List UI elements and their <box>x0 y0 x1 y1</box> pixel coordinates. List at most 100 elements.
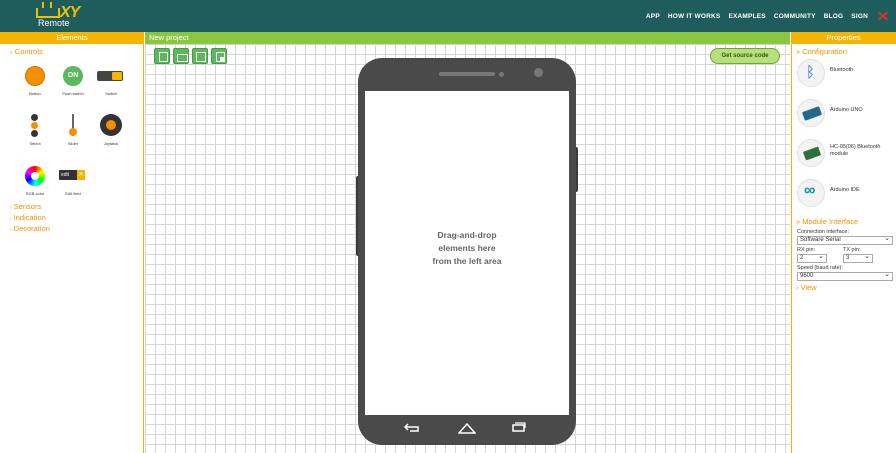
view-section-title: View <box>800 283 817 292</box>
sensors-section-title: Sensors <box>13 202 42 211</box>
control-label: Edit field <box>65 191 81 196</box>
expand-arrow-icon: » <box>796 47 801 56</box>
control-edit-field[interactable]: edit Edit field <box>56 164 90 198</box>
phone-speaker <box>439 72 495 76</box>
collapse-arrow-icon: › <box>10 216 12 222</box>
expand-arrow-icon: » <box>10 50 13 56</box>
project-title[interactable]: New project <box>145 32 790 44</box>
joystick-element-icon <box>100 114 122 136</box>
rx-pin-group: RX pin: 2 <box>797 247 827 263</box>
connection-interface-label: Connection interface: <box>797 229 849 235</box>
connection-interface-value: Software Serial <box>800 237 841 243</box>
dropzone-hint: Drag-and-drop elements here from the lef… <box>365 229 569 268</box>
nav-community[interactable]: COMMUNITY <box>774 13 816 20</box>
module-interface-section-title: Module Interface <box>802 217 859 226</box>
open-project-icon[interactable] <box>173 48 189 64</box>
nav-blog[interactable]: BLOG <box>824 13 844 20</box>
speed-select[interactable]: 9600 <box>797 271 893 281</box>
slider-element-icon <box>69 114 77 138</box>
sensors-section-toggle[interactable]: › Sensors <box>0 202 144 213</box>
get-source-code-button[interactable]: Get source code <box>710 48 780 64</box>
elements-panel: » Controls Button ON Push switch Switch S… <box>0 44 144 453</box>
logo-mark-icon <box>36 2 60 18</box>
decoration-section-toggle[interactable]: › Decoration <box>0 224 144 235</box>
home-icon <box>458 422 476 434</box>
config-bluetooth[interactable]: Bluetooth <box>792 57 896 97</box>
control-slider[interactable]: Slider <box>56 114 90 148</box>
project-toolbar <box>154 48 227 64</box>
phone-frame: Drag-and-drop elements here from the lef… <box>358 58 576 445</box>
config-arduino-uno[interactable]: Arduino UNO <box>792 97 896 137</box>
control-joystick[interactable]: Joystick <box>94 114 128 148</box>
speed-label: Speed (baud rate): <box>797 265 843 271</box>
collapsed-sections: › Sensors › Indication › Decoration <box>0 202 144 235</box>
hint-line: elements here <box>438 243 496 253</box>
config-label: HC-05(06) Bluetooth module <box>830 144 881 157</box>
control-switch[interactable]: Switch <box>94 64 128 98</box>
tx-pin-value: 3 <box>846 255 850 261</box>
controls-section-toggle[interactable]: » Controls <box>0 47 143 58</box>
top-navbar: XY Remote APP HOW IT WORKS EXAMPLES COMM… <box>0 0 896 32</box>
configuration-section-title: Configuration <box>802 47 847 56</box>
design-canvas[interactable]: Get source code Drag-and-drop elements h… <box>145 44 790 453</box>
arduino-ide-icon <box>797 179 825 207</box>
expand-arrow-icon: » <box>796 217 801 226</box>
config-label: Arduino UNO <box>830 107 863 113</box>
new-project-icon[interactable] <box>154 48 170 64</box>
select-element-icon <box>30 114 39 138</box>
collapse-arrow-icon: › <box>796 283 799 292</box>
properties-panel: » Configuration Bluetooth Arduino UNO HC… <box>791 44 896 453</box>
control-label: Joystick <box>103 141 119 146</box>
connection-interface-select[interactable]: Software Serial <box>797 235 893 245</box>
phone-camera <box>534 68 543 77</box>
speed-value: 9600 <box>800 273 814 279</box>
control-select[interactable]: Select <box>18 114 52 148</box>
top-nav: APP HOW IT WORKS EXAMPLES COMMUNITY BLOG… <box>646 0 890 32</box>
nav-how-it-works[interactable]: HOW IT WORKS <box>668 13 721 20</box>
hint-line: from the left area <box>432 256 502 266</box>
tx-pin-group: TX pin: 3 <box>843 247 873 263</box>
collapse-arrow-icon: › <box>10 227 12 233</box>
module-interface-form: Connection interface: Software Serial RX… <box>792 227 896 283</box>
pins-row: RX pin: 2 TX pin: 3 <box>797 247 891 263</box>
arduino-board-icon <box>797 99 825 127</box>
phone-screen-dropzone[interactable]: Drag-and-drop elements here from the lef… <box>365 91 569 415</box>
properties-header: Properties <box>791 32 896 44</box>
phone-sensor <box>499 72 504 77</box>
hint-line: Drag-and-drop <box>437 230 497 240</box>
config-label: Bluetooth <box>830 67 854 73</box>
push-switch-icon: ON <box>63 66 83 86</box>
nav-examples[interactable]: EXAMPLES <box>728 13 765 20</box>
indication-section-title: Indication <box>13 213 46 222</box>
bluetooth-module-icon <box>797 139 825 167</box>
rgb-color-icon <box>25 166 45 186</box>
controls-section-title: Controls <box>14 47 43 56</box>
decoration-section-title: Decoration <box>13 224 50 233</box>
language-flag-icon[interactable] <box>876 11 890 21</box>
save-project-icon[interactable] <box>192 48 208 64</box>
nav-sign[interactable]: SIGN <box>851 13 868 20</box>
control-button[interactable]: Button <box>18 64 52 98</box>
elements-header: Elements <box>0 32 144 44</box>
logo-text: Remote <box>38 18 70 28</box>
collapse-arrow-icon: › <box>10 205 12 211</box>
module-interface-section-toggle[interactable]: » Module Interface <box>792 217 896 227</box>
edit-field-icon: edit <box>59 170 85 180</box>
control-label: Switch <box>105 91 117 96</box>
switch-element-icon <box>97 71 123 81</box>
config-hc05-module[interactable]: HC-05(06) Bluetooth module <box>792 137 896 177</box>
save-as-icon[interactable] <box>211 48 227 64</box>
rx-pin-select[interactable]: 2 <box>797 253 827 263</box>
control-rgb-color[interactable]: RGB color <box>18 164 52 198</box>
rx-pin-value: 2 <box>800 255 804 261</box>
view-section-toggle[interactable]: › View <box>792 283 896 293</box>
configuration-section-toggle[interactable]: » Configuration <box>792 47 896 57</box>
tx-pin-select[interactable]: 3 <box>843 253 873 263</box>
control-push-switch[interactable]: ON Push switch <box>56 64 90 98</box>
config-arduino-ide[interactable]: Arduino IDE <box>792 177 896 217</box>
back-icon <box>404 423 419 432</box>
indication-section-toggle[interactable]: › Indication <box>0 213 144 224</box>
nav-app[interactable]: APP <box>646 13 660 20</box>
button-element-icon <box>25 66 45 86</box>
app-logo[interactable]: XY Remote <box>32 2 102 30</box>
